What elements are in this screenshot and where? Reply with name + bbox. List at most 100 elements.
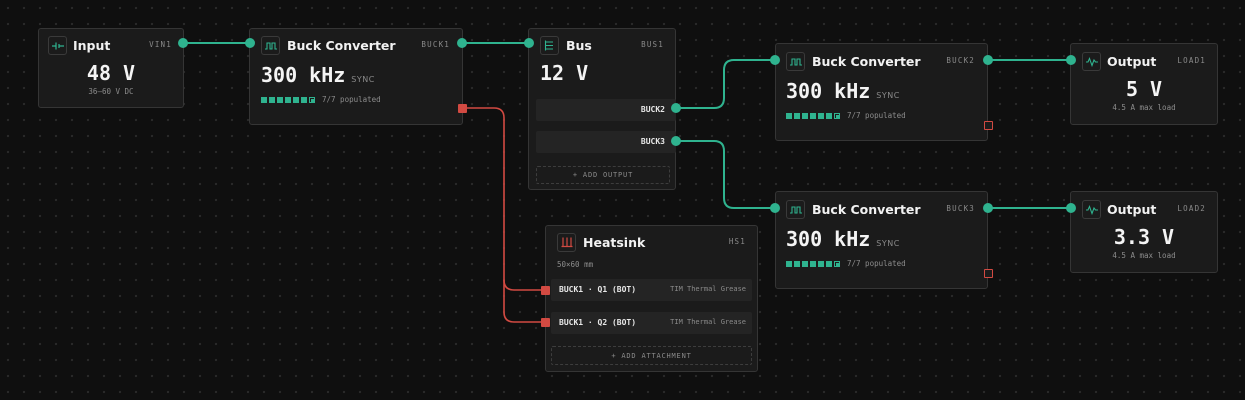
slot-filled xyxy=(794,112,800,119)
node-title: Bus xyxy=(566,38,592,53)
add-output-button[interactable]: + ADD OUTPUT xyxy=(536,166,670,184)
slot-filled xyxy=(794,260,800,267)
port-vin1-out[interactable] xyxy=(178,38,188,48)
bus-output-label: BUCK2 xyxy=(640,105,665,114)
slot-filled xyxy=(277,96,283,103)
bus-output-row[interactable]: BUCK2 xyxy=(536,99,676,121)
node-note: 4.5 A max load xyxy=(1112,251,1176,260)
frequency-text: 300 kHz xyxy=(786,79,871,103)
heatsink-icon xyxy=(557,233,576,252)
port-buck1-out[interactable] xyxy=(457,38,467,48)
frequency-text: 300 kHz xyxy=(786,227,871,251)
slot-filled xyxy=(826,260,832,267)
output-node-load2[interactable]: Output LOAD2 3.3 V 4.5 A max load xyxy=(1070,191,1218,273)
port-buck3-out[interactable] xyxy=(983,203,993,213)
port-bus-buck2-out[interactable] xyxy=(671,103,681,113)
slot-filled xyxy=(269,96,275,103)
component-slots: 7/7 populated xyxy=(261,95,381,104)
thermal-port-buck1[interactable] xyxy=(457,103,467,113)
frequency-value: 300 kHz SYNC xyxy=(786,227,900,251)
buck-converter-node-buck1[interactable]: Buck Converter BUCK1 300 kHz SYNC 7/7 pop… xyxy=(249,28,463,125)
switching-waveform-icon xyxy=(261,36,280,55)
slot-filled xyxy=(802,260,808,267)
populated-count: 7/7 populated xyxy=(322,95,381,104)
port-buck2-out[interactable] xyxy=(983,55,993,65)
port-load1-in[interactable] xyxy=(1066,55,1076,65)
wire-bus-buck3[interactable] xyxy=(676,140,775,209)
slot-filled xyxy=(802,112,808,119)
buck-converter-node-buck2[interactable]: Buck Converter BUCK2 300 kHz SYNC 7/7 pop… xyxy=(775,43,988,141)
node-id: LOAD1 xyxy=(1177,56,1206,65)
port-buck2-in[interactable] xyxy=(770,55,780,65)
node-value: 48 V xyxy=(86,61,136,85)
attachment-interface: TIM Thermal Grease xyxy=(670,318,746,326)
node-title: Output xyxy=(1107,54,1157,69)
dc-source-icon xyxy=(48,36,67,55)
buck-converter-node-buck3[interactable]: Buck Converter BUCK3 300 kHz SYNC 7/7 pop… xyxy=(775,191,988,289)
frequency-text: 300 kHz xyxy=(261,63,346,87)
attachment-interface: TIM Thermal Grease xyxy=(670,285,746,293)
thermal-port-hs1-q2[interactable] xyxy=(540,317,550,327)
heatsink-node[interactable]: Heatsink HS1 50×60 mm BUCK1 · Q1 (BOT) T… xyxy=(545,225,758,372)
attachment-part: BUCK1 · Q2 (BOT) xyxy=(559,318,637,327)
node-value: 3.3 V xyxy=(1113,225,1175,249)
bus-output-label: BUCK3 xyxy=(640,137,665,146)
port-bus1-in[interactable] xyxy=(524,38,534,48)
slot-filled xyxy=(826,112,832,119)
mode-label: SYNC xyxy=(351,75,375,84)
frequency-value: 300 kHz SYNC xyxy=(261,63,375,87)
bus-node[interactable]: Bus BUS1 12 V BUCK2 BUCK3 + ADD OUTPUT xyxy=(528,28,676,190)
node-note: 36–60 V DC xyxy=(88,87,134,96)
add-attachment-button[interactable]: + ADD ATTACHMENT xyxy=(551,346,752,365)
populated-count: 7/7 populated xyxy=(847,111,906,120)
thermal-port-hs1-q1[interactable] xyxy=(540,285,550,295)
attachment-row[interactable]: BUCK1 · Q1 (BOT) TIM Thermal Grease xyxy=(551,279,752,301)
node-id: VIN1 xyxy=(149,40,172,49)
node-title: Input xyxy=(73,38,111,53)
node-title: Buck Converter xyxy=(812,54,921,69)
node-id: LOAD2 xyxy=(1177,204,1206,213)
heatsink-size: 50×60 mm xyxy=(557,260,594,269)
bus-output-row[interactable]: BUCK3 xyxy=(536,131,676,153)
input-node[interactable]: Input VIN1 48 V 36–60 V DC xyxy=(38,28,184,108)
bus-voltage: 12 V xyxy=(540,61,589,85)
switching-waveform-icon xyxy=(786,52,805,71)
node-title: Output xyxy=(1107,202,1157,217)
node-id: HS1 xyxy=(728,237,746,246)
node-value: 5 V xyxy=(1125,77,1163,101)
slot-partial xyxy=(834,260,840,267)
component-slots: 7/7 populated xyxy=(786,111,906,120)
populated-count: 7/7 populated xyxy=(847,259,906,268)
port-buck1-in[interactable] xyxy=(245,38,255,48)
slot-filled xyxy=(261,96,267,103)
slot-filled xyxy=(786,112,792,119)
slot-filled xyxy=(285,96,291,103)
mode-label: SYNC xyxy=(876,239,900,248)
port-load2-in[interactable] xyxy=(1066,203,1076,213)
attachment-row[interactable]: BUCK1 · Q2 (BOT) TIM Thermal Grease xyxy=(551,312,752,334)
thermal-port-buck2[interactable] xyxy=(983,120,993,130)
switching-waveform-icon xyxy=(786,200,805,219)
slot-filled xyxy=(810,260,816,267)
node-id: BUS1 xyxy=(641,40,664,49)
port-buck3-in[interactable] xyxy=(770,203,780,213)
node-title: Heatsink xyxy=(583,235,646,250)
slot-filled xyxy=(810,112,816,119)
node-title: Buck Converter xyxy=(287,38,396,53)
slot-filled xyxy=(301,96,307,103)
node-id: BUCK2 xyxy=(946,56,975,65)
slot-filled xyxy=(293,96,299,103)
slot-filled xyxy=(818,260,824,267)
slot-filled xyxy=(786,260,792,267)
component-slots: 7/7 populated xyxy=(786,259,906,268)
output-node-load1[interactable]: Output LOAD1 5 V 4.5 A max load xyxy=(1070,43,1218,125)
wire-bus-buck2[interactable] xyxy=(676,59,775,109)
node-id: BUCK3 xyxy=(946,204,975,213)
port-bus-buck3-out[interactable] xyxy=(671,136,681,146)
slot-partial xyxy=(834,112,840,119)
output-waveform-icon xyxy=(1082,52,1101,71)
thermal-wire-q2[interactable] xyxy=(503,280,545,323)
thermal-port-buck3[interactable] xyxy=(983,268,993,278)
node-id: BUCK1 xyxy=(421,40,450,49)
mode-label: SYNC xyxy=(876,91,900,100)
